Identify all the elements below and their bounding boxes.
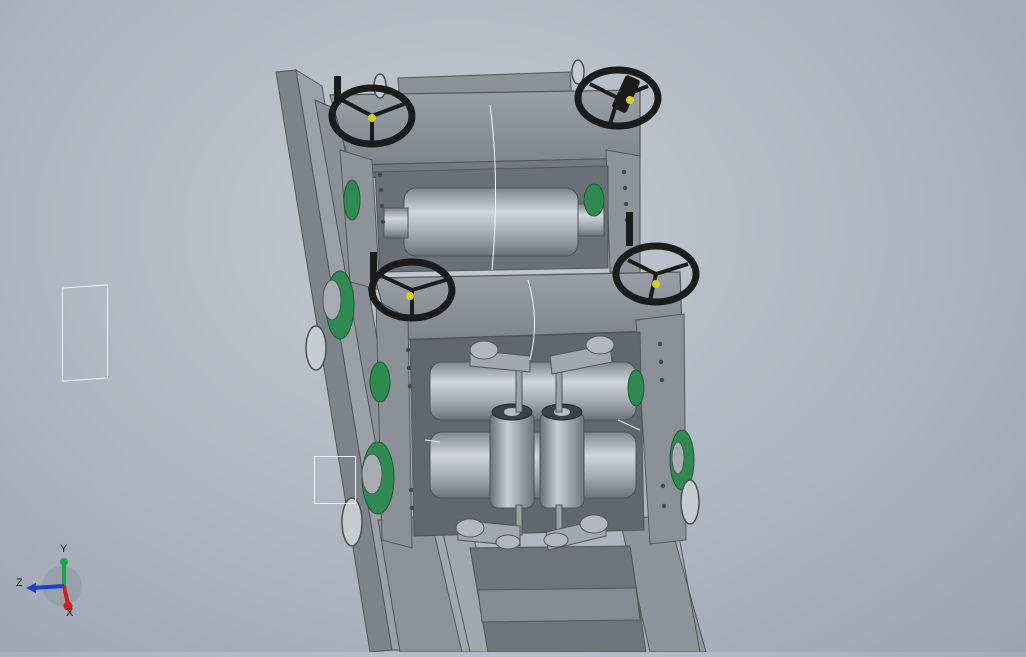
axis-z-label: Z bbox=[16, 577, 23, 589]
axis-x-label: X bbox=[66, 607, 74, 619]
sketch-plane-lower bbox=[314, 456, 356, 504]
sketch-plane-left bbox=[62, 284, 108, 382]
axis-y-label: Y bbox=[60, 543, 68, 555]
cad-viewport[interactable]: Y Z X bbox=[0, 0, 1026, 653]
orientation-triad[interactable]: Y Z X bbox=[8, 538, 92, 622]
roller-machine-model[interactable] bbox=[0, 0, 1026, 653]
